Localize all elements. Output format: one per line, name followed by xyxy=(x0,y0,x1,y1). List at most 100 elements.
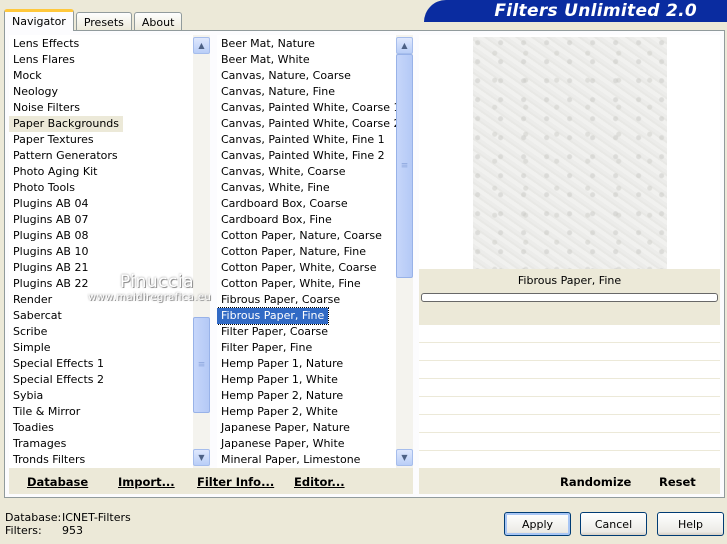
list-item[interactable]: Tramages xyxy=(9,436,70,452)
list-item[interactable]: Canvas, Painted White, Coarse 1 xyxy=(217,100,404,116)
parameter-row xyxy=(419,415,720,433)
list-item[interactable]: Fibrous Paper, Coarse xyxy=(217,292,344,308)
filter-list[interactable]: Beer Mat, Nature Beer Mat, White Canvas, N… xyxy=(217,35,413,468)
list-item[interactable]: Canvas, White, Coarse xyxy=(217,164,350,180)
list-item[interactable]: Tronds Filters xyxy=(9,452,89,468)
list-item[interactable]: Paper Backgrounds xyxy=(9,116,124,132)
list-item[interactable]: Beer Mat, White xyxy=(217,52,314,68)
tab-navigator[interactable]: Navigator xyxy=(4,9,74,31)
list-item[interactable]: Canvas, White, Fine xyxy=(217,180,334,196)
list-item[interactable]: Special Effects 2 xyxy=(9,372,108,388)
list-item[interactable]: Cotton Paper, Nature, Coarse xyxy=(217,228,386,244)
navigator-panel: Lens Effects Lens Flares Mock Neology Noise … xyxy=(4,30,725,498)
help-button[interactable]: Help xyxy=(657,512,724,536)
list-item[interactable]: Paper Textures xyxy=(9,132,98,148)
category-list[interactable]: Lens Effects Lens Flares Mock Neology Noise … xyxy=(9,35,210,468)
parameter-row xyxy=(419,325,720,343)
editor-button[interactable]: Editor... xyxy=(294,475,345,489)
status-database-label: Database: xyxy=(5,511,62,524)
list-item[interactable]: Photo Tools xyxy=(9,180,79,196)
status-filters-value: 953 xyxy=(62,524,83,537)
list-item[interactable]: Sabercat xyxy=(9,308,66,324)
preview-filter-name: Fibrous Paper, Fine xyxy=(517,274,622,287)
tab-strip: Navigator Presets About xyxy=(4,9,184,31)
list-item[interactable]: Canvas, Painted White, Fine 1 xyxy=(217,132,389,148)
status-filters: Filters: 953 xyxy=(5,524,83,537)
list-item[interactable]: Plugins AB 21 xyxy=(9,260,92,276)
list-item[interactable]: Beer Mat, Nature xyxy=(217,36,319,52)
list-item[interactable]: Neology xyxy=(9,84,62,100)
app-title: Filters Unlimited 2.0 xyxy=(494,1,697,21)
list-item[interactable]: Cotton Paper, White, Coarse xyxy=(217,260,381,276)
filter-scroll-down-button[interactable]: ▼ xyxy=(396,449,413,466)
filter-scroll-up-button[interactable]: ▲ xyxy=(396,37,413,54)
tab-presets[interactable]: Presets xyxy=(75,12,132,31)
list-item[interactable]: Pattern Generators xyxy=(9,148,122,164)
list-item[interactable]: Sybia xyxy=(9,388,47,404)
status-filters-label: Filters: xyxy=(5,524,42,537)
list-item[interactable]: Plugins AB 10 xyxy=(9,244,92,260)
list-item[interactable]: Plugins AB 04 xyxy=(9,196,92,212)
list-item[interactable]: Special Effects 1 xyxy=(9,356,108,372)
list-item[interactable]: Cotton Paper, White, Fine xyxy=(217,276,365,292)
apply-button[interactable]: Apply xyxy=(504,512,571,536)
list-item[interactable]: Hemp Paper 2, White xyxy=(217,404,342,420)
randomize-button[interactable]: Randomize xyxy=(560,475,631,489)
database-button[interactable]: Database xyxy=(27,475,88,489)
list-item[interactable]: Plugins AB 07 xyxy=(9,212,92,228)
category-scroll-up-button[interactable]: ▲ xyxy=(193,37,210,54)
list-item[interactable]: Mineral Paper, Limestone xyxy=(217,452,364,468)
category-list-items: Lens Effects Lens Flares Mock Neology Noise … xyxy=(9,36,193,468)
parameter-row xyxy=(419,397,720,415)
list-item[interactable]: Mock xyxy=(9,68,46,84)
filter-scrollbar[interactable]: ▲ ≡ ▼ xyxy=(396,35,413,468)
tab-about[interactable]: About xyxy=(133,12,183,31)
filter-scroll-thumb[interactable]: ≡ xyxy=(396,54,413,278)
list-item[interactable]: Cardboard Box, Fine xyxy=(217,212,336,228)
list-item[interactable]: Cardboard Box, Coarse xyxy=(217,196,352,212)
list-item[interactable]: Filter Paper, Fine xyxy=(217,340,316,356)
import-button[interactable]: Import... xyxy=(118,475,175,489)
cancel-button[interactable]: Cancel xyxy=(580,512,647,536)
list-item[interactable]: Japanese Paper, White xyxy=(217,436,349,452)
list-item[interactable]: Photo Aging Kit xyxy=(9,164,101,180)
list-item[interactable]: Filter Paper, Coarse xyxy=(217,324,332,340)
list-item[interactable]: Simple xyxy=(9,340,55,356)
list-item[interactable]: Plugins AB 22 xyxy=(9,276,92,292)
list-item[interactable]: Toadies xyxy=(9,420,58,436)
parameter-list xyxy=(419,325,720,469)
category-scroll-thumb[interactable]: ≡ xyxy=(193,317,210,413)
list-item[interactable]: Canvas, Painted White, Fine 2 xyxy=(217,148,389,164)
list-item[interactable]: Canvas, Nature, Coarse xyxy=(217,68,355,84)
reset-button[interactable]: Reset xyxy=(659,475,696,489)
parameter-row xyxy=(419,361,720,379)
category-scroll-down-button[interactable]: ▼ xyxy=(193,449,210,466)
chevron-up-icon: ▲ xyxy=(198,41,205,50)
list-item[interactable]: Hemp Paper 1, Nature xyxy=(217,356,347,372)
list-item[interactable]: Hemp Paper 2, Nature xyxy=(217,388,347,404)
left-toolbar: Database Import... Filter Info... Editor… xyxy=(9,468,413,494)
progress-bar xyxy=(421,293,718,302)
list-item[interactable]: Hemp Paper 1, White xyxy=(217,372,342,388)
list-item[interactable]: Lens Flares xyxy=(9,52,79,68)
filter-info-button[interactable]: Filter Info... xyxy=(197,475,274,489)
parameter-row xyxy=(419,379,720,397)
list-item[interactable]: Noise Filters xyxy=(9,100,84,116)
list-item[interactable]: Plugins AB 08 xyxy=(9,228,92,244)
list-item[interactable]: Tile & Mirror xyxy=(9,404,84,420)
list-item[interactable]: Fibrous Paper, Fine xyxy=(217,307,330,325)
right-toolbar: Randomize Reset xyxy=(419,468,720,494)
list-item[interactable]: Japanese Paper, Nature xyxy=(217,420,354,436)
category-scrollbar[interactable]: ▲ ≡ ▼ xyxy=(193,35,210,468)
list-item[interactable]: Scribe xyxy=(9,324,51,340)
parameter-row xyxy=(419,451,720,469)
app-title-banner: Filters Unlimited 2.0 xyxy=(424,0,727,22)
list-item[interactable]: Render xyxy=(9,292,56,308)
filter-list-items: Beer Mat, Nature Beer Mat, White Canvas, N… xyxy=(217,36,400,468)
chevron-up-icon: ▲ xyxy=(401,41,408,50)
list-item[interactable]: Canvas, Painted White, Coarse 2 xyxy=(217,116,404,132)
list-item[interactable]: Canvas, Nature, Fine xyxy=(217,84,339,100)
parameter-row xyxy=(419,433,720,451)
list-item[interactable]: Cotton Paper, Nature, Fine xyxy=(217,244,370,260)
list-item[interactable]: Lens Effects xyxy=(9,36,83,52)
